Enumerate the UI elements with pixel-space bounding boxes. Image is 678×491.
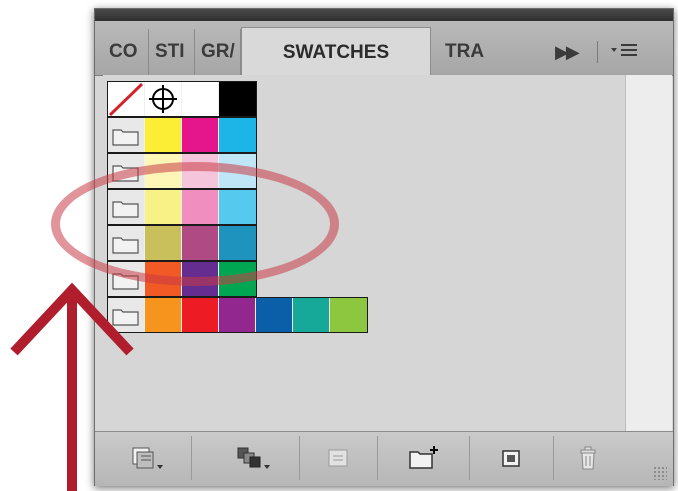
swatch-options-button[interactable] bbox=[299, 436, 378, 480]
swatch-none[interactable] bbox=[108, 82, 145, 116]
swatch-kinds-icon bbox=[237, 447, 270, 469]
libraries-icon bbox=[132, 447, 163, 469]
delete-swatch-button[interactable] bbox=[553, 436, 623, 480]
tab-stroke[interactable]: STI bbox=[149, 29, 195, 75]
divider bbox=[596, 41, 598, 63]
panel-bottom-toolbar bbox=[95, 431, 673, 486]
color-group-folder-icon[interactable] bbox=[108, 298, 145, 332]
swatch-color[interactable] bbox=[145, 154, 182, 188]
swatch-color[interactable] bbox=[219, 190, 256, 224]
color-group-folder-icon[interactable] bbox=[108, 154, 145, 188]
swatch-color[interactable] bbox=[219, 298, 256, 332]
swatch-black[interactable] bbox=[219, 82, 256, 116]
panel-title-bar[interactable] bbox=[95, 9, 673, 21]
tab-swatches[interactable]: SWATCHES bbox=[241, 27, 431, 77]
color-group-folder-icon[interactable] bbox=[108, 262, 145, 296]
swatch-color[interactable] bbox=[182, 154, 219, 188]
swatch-color[interactable] bbox=[219, 154, 256, 188]
panel-tab-bar: CO STI GR/ SWATCHES TRA ▶▶ bbox=[95, 21, 673, 77]
swatch-group-row bbox=[107, 189, 257, 225]
swatch-group-row bbox=[107, 261, 257, 297]
swatch-group-row bbox=[107, 153, 257, 189]
swatch-libraries-menu-button[interactable] bbox=[103, 436, 192, 480]
new-color-group-button[interactable] bbox=[377, 436, 470, 480]
swatches-grid bbox=[103, 75, 625, 431]
swatch-color[interactable] bbox=[145, 226, 182, 260]
panel-menu-icon[interactable] bbox=[610, 40, 640, 65]
special-swatches-row bbox=[107, 81, 257, 117]
vertical-scrollbar[interactable] bbox=[625, 75, 672, 431]
tab-gradient[interactable]: GR/ bbox=[195, 29, 241, 75]
resize-grip-icon[interactable] bbox=[653, 466, 667, 480]
swatch-group-row bbox=[107, 225, 257, 261]
swatch-options-icon bbox=[328, 449, 348, 467]
expand-panels-icon[interactable]: ▶▶ bbox=[555, 42, 580, 63]
new-swatch-button[interactable] bbox=[469, 436, 554, 480]
swatch-color[interactable] bbox=[330, 298, 367, 332]
swatch-registration[interactable] bbox=[145, 82, 182, 116]
show-swatch-kinds-menu-button[interactable] bbox=[205, 436, 300, 480]
swatch-color[interactable] bbox=[219, 226, 256, 260]
swatch-white[interactable] bbox=[182, 82, 219, 116]
swatch-color[interactable] bbox=[182, 226, 219, 260]
swatch-color[interactable] bbox=[182, 298, 219, 332]
tab-transparency[interactable]: TRA bbox=[431, 29, 491, 75]
swatch-color[interactable] bbox=[182, 262, 219, 296]
swatch-color[interactable] bbox=[145, 262, 182, 296]
swatch-color[interactable] bbox=[145, 190, 182, 224]
color-group-folder-icon[interactable] bbox=[108, 118, 145, 152]
swatch-color[interactable] bbox=[219, 118, 256, 152]
swatches-panel: CO STI GR/ SWATCHES TRA ▶▶ bbox=[94, 8, 674, 486]
new-folder-icon bbox=[409, 446, 438, 469]
swatch-color[interactable] bbox=[145, 118, 182, 152]
panel-controls: ▶▶ bbox=[555, 29, 640, 75]
tab-label: TRA bbox=[445, 41, 485, 62]
tab-label: CO bbox=[109, 41, 138, 62]
new-swatch-icon bbox=[502, 450, 520, 467]
swatch-group-row bbox=[107, 297, 368, 333]
swatch-color[interactable] bbox=[145, 298, 182, 332]
tab-color[interactable]: CO bbox=[103, 29, 149, 75]
tab-label: STI bbox=[155, 41, 185, 62]
color-group-folder-icon[interactable] bbox=[108, 226, 145, 260]
tab-label: GR/ bbox=[201, 41, 235, 62]
swatch-color[interactable] bbox=[182, 190, 219, 224]
color-group-folder-icon[interactable] bbox=[108, 190, 145, 224]
swatch-color[interactable] bbox=[219, 262, 256, 296]
tab-label: SWATCHES bbox=[282, 41, 390, 63]
swatch-group-row bbox=[107, 117, 257, 153]
swatch-color[interactable] bbox=[293, 298, 330, 332]
swatch-color[interactable] bbox=[182, 118, 219, 152]
swatch-color[interactable] bbox=[256, 298, 293, 332]
trash-icon bbox=[580, 446, 596, 470]
